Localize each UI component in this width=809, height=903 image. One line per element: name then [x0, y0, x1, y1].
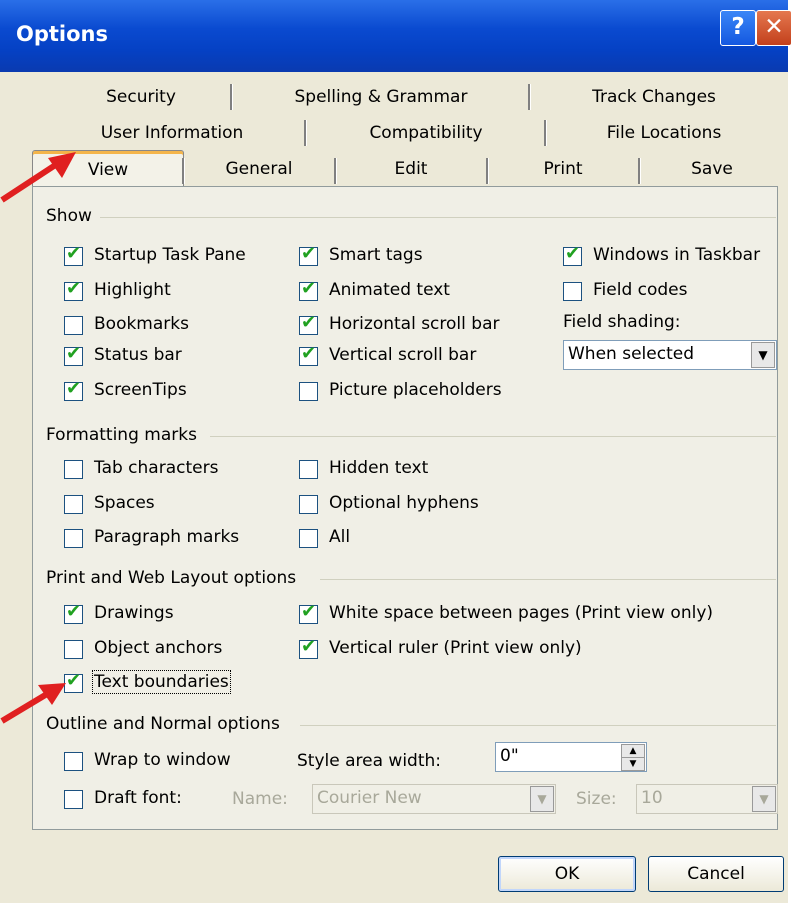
- spin-up-icon[interactable]: ▲: [621, 744, 645, 758]
- annotation-arrow: [0, 683, 66, 724]
- check-icon: ✔: [64, 343, 83, 366]
- tab-spelling-grammar[interactable]: Spelling & Grammar: [236, 82, 526, 112]
- font-name-select: Courier New ▼: [312, 784, 556, 814]
- field-shading-label: Field shading:: [563, 312, 681, 332]
- outline-normal-group-label: Outline and Normal options: [46, 714, 286, 734]
- style-area-width-spinner[interactable]: 0" ▲ ▼: [495, 742, 647, 772]
- check-icon: ✔: [299, 243, 318, 266]
- annotation-arrow: [0, 152, 76, 203]
- font-name-label: Name:: [232, 789, 288, 809]
- options-dialog: Options ? ✕ Security Spelling & Grammar …: [0, 0, 792, 903]
- check-icon: ✔: [563, 243, 582, 266]
- dropdown-arrow-icon: ▼: [751, 342, 775, 368]
- ok-button[interactable]: OK: [498, 856, 636, 892]
- tab-track-changes[interactable]: Track Changes: [534, 82, 774, 112]
- check-icon: ✔: [64, 243, 83, 266]
- title-bar[interactable]: Options ? ✕: [0, 0, 792, 72]
- check-icon: ✔: [299, 278, 318, 301]
- font-size-select: 10 ▼: [636, 784, 778, 814]
- close-button[interactable]: ✕: [756, 10, 792, 46]
- check-icon: ✔: [64, 601, 83, 624]
- tab-save[interactable]: Save: [642, 154, 782, 184]
- style-area-width-label: Style area width:: [297, 751, 442, 771]
- tab-compatibility[interactable]: Compatibility: [310, 118, 542, 148]
- field-shading-select[interactable]: When selected ▼: [563, 340, 777, 370]
- formatting-marks-group-label: Formatting marks: [46, 425, 203, 445]
- spin-down-icon[interactable]: ▼: [621, 757, 645, 771]
- help-button[interactable]: ?: [720, 10, 756, 46]
- tab-general[interactable]: General: [186, 154, 332, 184]
- check-icon: ✔: [64, 378, 83, 401]
- tab-file-locations[interactable]: File Locations: [550, 118, 778, 148]
- close-icon: ✕: [764, 14, 784, 40]
- tab-print[interactable]: Print: [490, 154, 636, 184]
- tab-user-information[interactable]: User Information: [44, 118, 300, 148]
- check-icon: ✔: [299, 312, 318, 335]
- cancel-button[interactable]: Cancel: [648, 856, 784, 892]
- help-icon: ?: [731, 14, 745, 40]
- tab-security[interactable]: Security: [56, 82, 226, 112]
- tab-edit[interactable]: Edit: [338, 154, 484, 184]
- window-title: Options: [16, 22, 108, 46]
- dropdown-arrow-icon: ▼: [530, 786, 554, 812]
- check-icon: ✔: [299, 601, 318, 624]
- font-size-label: Size:: [576, 789, 617, 809]
- dropdown-arrow-icon: ▼: [752, 786, 776, 812]
- check-icon: ✔: [64, 278, 83, 301]
- print-web-layout-group-label: Print and Web Layout options: [46, 568, 303, 588]
- check-icon: ✔: [299, 343, 318, 366]
- check-icon: ✔: [299, 636, 318, 659]
